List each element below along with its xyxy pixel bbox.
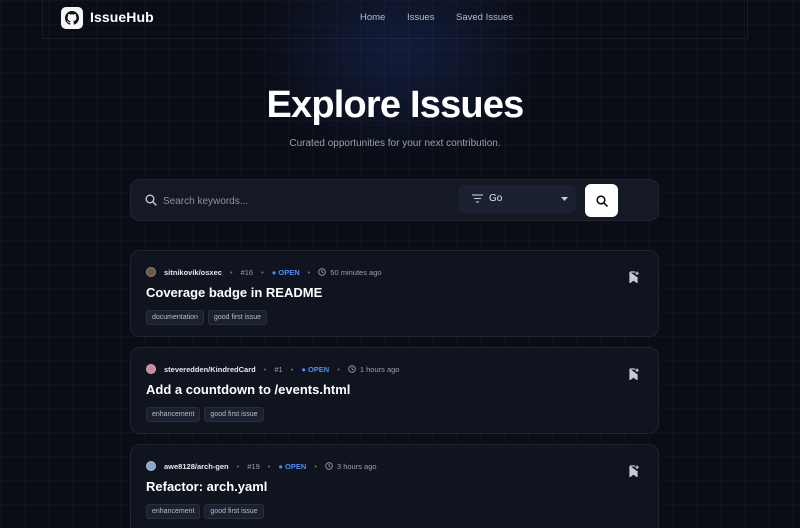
issue-label[interactable]: good first issue [204, 407, 264, 422]
nav-saved-issues[interactable]: Saved Issues [456, 12, 513, 23]
issue-title[interactable]: Coverage badge in README [146, 285, 322, 300]
filter-icon [472, 194, 483, 203]
issue-label[interactable]: enhancement [146, 407, 201, 422]
issue-label[interactable]: good first issue [207, 310, 268, 325]
page-subtitle: Curated opportunities for your next cont… [289, 138, 501, 149]
avatar [146, 267, 156, 277]
status-badge: ● OPEN [278, 461, 307, 471]
separator-dot: • [267, 461, 271, 471]
separator-dot: • [229, 267, 233, 277]
clock-icon [348, 365, 356, 373]
search-icon [145, 194, 157, 206]
label-list: documentation good first issue [146, 310, 268, 325]
issue-meta: sitnikovik/osxec • #16 • ● OPEN • 50 min… [146, 266, 382, 278]
issue-label[interactable]: good first issue [204, 504, 264, 519]
issue-card[interactable]: steveredden/KindredCard • #1 • ● OPEN • … [130, 347, 659, 434]
issue-label[interactable]: enhancement [146, 504, 201, 519]
nav-issues[interactable]: Issues [407, 12, 434, 23]
nav-home[interactable]: Home [360, 12, 385, 23]
separator-dot: • [236, 461, 240, 471]
issue-meta: awe8128/arch-gen • #19 • ● OPEN • 3 hour… [146, 460, 377, 472]
issue-label[interactable]: documentation [146, 310, 204, 325]
status-badge: ● OPEN [271, 267, 300, 277]
issue-time: 50 minutes ago [330, 267, 382, 277]
issue-number: #1 [274, 364, 283, 374]
separator-dot: • [337, 364, 340, 374]
issue-title[interactable]: Add a countdown to /events.html [146, 382, 350, 397]
sort-select-value: Go [489, 193, 503, 204]
issue-card[interactable]: awe8128/arch-gen • #19 • ● OPEN • 3 hour… [130, 444, 659, 528]
bookmark-add-icon[interactable] [629, 465, 640, 477]
search-input[interactable] [163, 190, 443, 212]
avatar [146, 364, 156, 374]
label-list: enhancement good first issue [146, 504, 264, 519]
status-badge: ● OPEN [301, 364, 330, 374]
issue-number: #19 [247, 461, 260, 471]
issue-number: #16 [240, 267, 254, 277]
repo-name[interactable]: steveredden/KindredCard [164, 365, 256, 374]
separator-dot: • [314, 461, 317, 471]
sort-select[interactable]: Go [458, 185, 576, 213]
issue-meta: steveredden/KindredCard • #1 • ● OPEN • … [146, 363, 399, 375]
label-list: enhancement good first issue [146, 407, 264, 422]
avatar [146, 461, 156, 471]
issue-time: 3 hours ago [336, 461, 377, 471]
bookmark-add-icon[interactable] [629, 368, 640, 380]
issue-card[interactable]: sitnikovik/osxec • #16 • ● OPEN • 50 min… [130, 250, 659, 337]
clock-icon [325, 462, 333, 470]
issue-title[interactable]: Refactor: arch.yaml [146, 479, 267, 494]
github-icon [65, 11, 79, 25]
separator-dot: • [261, 267, 264, 277]
repo-name[interactable]: awe8128/arch-gen [164, 462, 229, 471]
page-title: Explore Issues [266, 84, 524, 126]
clock-icon [318, 268, 327, 276]
search-button[interactable] [585, 184, 618, 217]
chevron-down-icon [561, 197, 568, 201]
separator-dot: • [290, 364, 294, 374]
search-bar: Go [130, 179, 659, 221]
bookmark-add-icon[interactable] [629, 271, 640, 283]
brand-name[interactable]: IssueHub [90, 9, 154, 25]
repo-name[interactable]: sitnikovik/osxec [164, 268, 222, 277]
separator-dot: • [307, 267, 311, 277]
separator-dot: • [263, 364, 267, 374]
search-icon [595, 194, 608, 207]
issue-time: 1 hours ago [359, 364, 400, 374]
logo[interactable] [61, 7, 83, 29]
